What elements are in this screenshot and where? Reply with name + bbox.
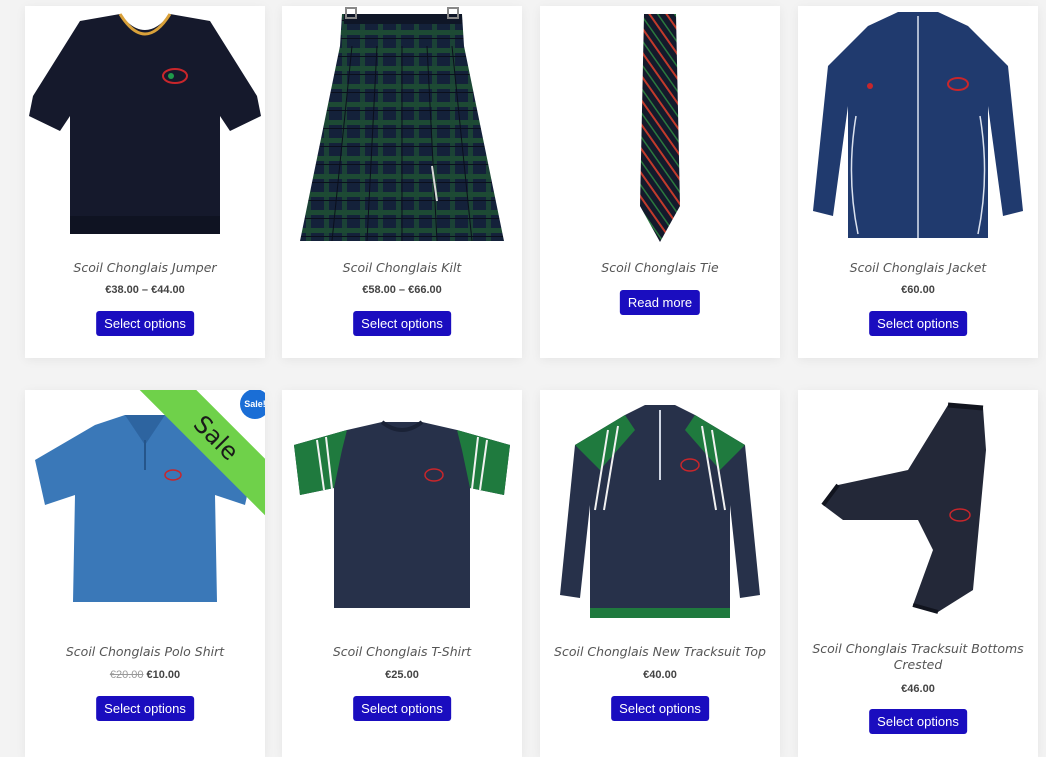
current-price: €40.00 <box>643 669 677 681</box>
product-price: €25.00 <box>282 669 522 681</box>
current-price: €60.00 <box>901 284 935 296</box>
product-card-t-shirt[interactable]: Scoil Chonglais T-Shirt €25.00 Select op… <box>282 390 522 757</box>
select-options-button[interactable]: Select options <box>96 311 194 336</box>
product-card-tracksuit-bottoms[interactable]: Scoil Chonglais Tracksuit Bottoms Creste… <box>798 390 1038 757</box>
product-card-jacket[interactable]: Scoil Chonglais Jacket €60.00 Select opt… <box>798 6 1038 358</box>
current-price: €38.00 – €44.00 <box>105 284 185 296</box>
current-price: €25.00 <box>385 669 419 681</box>
product-price: €60.00 <box>798 284 1038 296</box>
product-title[interactable]: Scoil Chonglais T-Shirt <box>294 644 510 660</box>
product-title[interactable]: Scoil Chonglais New Tracksuit Top <box>552 644 768 660</box>
read-more-button[interactable]: Read more <box>619 290 701 315</box>
product-card-tie[interactable]: Scoil Chonglais Tie Read more <box>540 6 780 358</box>
product-price: €40.00 <box>540 669 780 681</box>
sale-badge: Sale! <box>240 390 265 419</box>
product-title[interactable]: Scoil Chonglais Polo Shirt <box>37 644 253 660</box>
tracksuit-top-image[interactable] <box>540 390 780 630</box>
product-card-tracksuit-top[interactable]: Scoil Chonglais New Tracksuit Top €40.00… <box>540 390 780 757</box>
product-price: €38.00 – €44.00 <box>25 284 265 296</box>
select-options-button[interactable]: Select options <box>96 696 194 721</box>
select-options-button[interactable]: Select options <box>353 696 451 721</box>
jacket-image[interactable] <box>798 6 1038 246</box>
select-options-button[interactable]: Select options <box>611 696 709 721</box>
product-card-polo-shirt[interactable]: Sale Sale! Scoil Chonglais Polo Shirt €2… <box>25 390 265 757</box>
sale-price: €10.00 <box>146 669 181 681</box>
product-title[interactable]: Scoil Chonglais Tie <box>552 260 768 276</box>
current-price: €58.00 – €66.00 <box>362 284 442 296</box>
product-card-kilt[interactable]: Scoil Chonglais Kilt €58.00 – €66.00 Sel… <box>282 6 522 358</box>
select-options-button[interactable]: Select options <box>869 709 967 734</box>
product-title[interactable]: Scoil Chonglais Jacket <box>810 260 1026 276</box>
product-price: €58.00 – €66.00 <box>282 284 522 296</box>
jumper-image[interactable] <box>25 6 265 246</box>
product-grid: Scoil Chonglais Jumper €38.00 – €44.00 S… <box>0 0 1046 757</box>
select-options-button[interactable]: Select options <box>353 311 451 336</box>
product-price: €20.00 €10.00 <box>25 669 265 681</box>
original-price: €20.00 <box>109 669 144 681</box>
product-card-jumper[interactable]: Scoil Chonglais Jumper €38.00 – €44.00 S… <box>25 6 265 358</box>
product-title[interactable]: Scoil Chonglais Kilt <box>294 260 510 276</box>
product-price: €46.00 <box>798 683 1038 695</box>
select-options-button[interactable]: Select options <box>869 311 967 336</box>
kilt-image[interactable] <box>282 6 522 246</box>
current-price: €46.00 <box>901 683 935 695</box>
t-shirt-image[interactable] <box>282 390 522 630</box>
product-title[interactable]: Scoil Chonglais Tracksuit Bottoms Creste… <box>810 641 1026 673</box>
tie-image[interactable] <box>540 6 780 246</box>
product-title[interactable]: Scoil Chonglais Jumper <box>37 260 253 276</box>
tracksuit-bottoms-image[interactable] <box>798 390 1038 630</box>
